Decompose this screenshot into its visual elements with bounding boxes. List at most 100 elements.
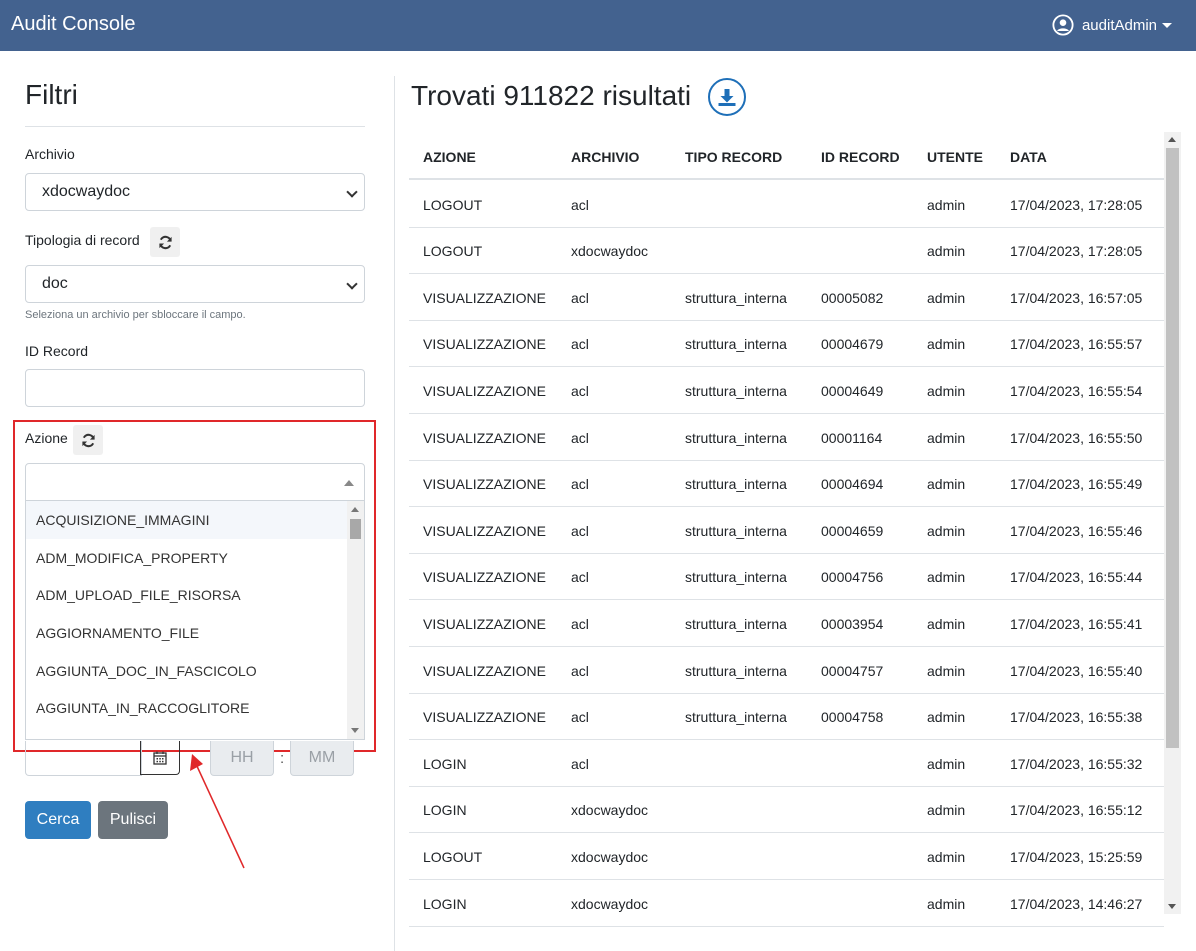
table-scrollbar[interactable]: [1164, 132, 1181, 914]
chevron-down-icon: [346, 278, 358, 290]
table-cell: 00004679: [821, 336, 884, 352]
table-cell: VISUALIZZAZIONE: [423, 383, 546, 399]
refresh-icon: [81, 433, 95, 447]
user-name: auditAdmin: [1081, 16, 1157, 34]
calendar-button[interactable]: [140, 741, 180, 775]
table-row[interactable]: LOGIN acl admin 17/04/2023, 16:55:32: [409, 740, 1164, 787]
table-cell: acl: [571, 523, 589, 539]
archivio-select-value: xdocwaydoc: [42, 183, 131, 200]
table-cell: LOGOUT: [423, 197, 483, 213]
table-row[interactable]: VISUALIZZAZIONE acl struttura_interna 00004…: [409, 647, 1164, 694]
azione-refresh-button[interactable]: [73, 425, 103, 455]
table-header: AZIONE ARCHIVIO TIPO RECORD ID RECORD UT…: [409, 132, 1164, 180]
table-cell: 17/04/2023, 16:57:05: [1010, 290, 1143, 306]
table-cell: struttura_interna: [685, 430, 787, 446]
table-row[interactable]: VISUALIZZAZIONE acl struttura_interna 00004…: [409, 507, 1164, 554]
table-cell: 17/04/2023, 14:46:27: [1010, 896, 1143, 912]
table-cell: 17/04/2023, 16:55:50: [1010, 430, 1143, 446]
column-header[interactable]: DATA: [1010, 149, 1047, 165]
table-cell: VISUALIZZAZIONE: [423, 476, 546, 492]
column-header[interactable]: TIPO RECORD: [685, 149, 782, 165]
table-cell: 00004659: [821, 523, 884, 539]
tipologia-hint: Seleziona un archivio per sbloccare il c…: [25, 309, 246, 321]
table-cell: VISUALIZZAZIONE: [423, 336, 546, 352]
table-cell: acl: [571, 290, 589, 306]
scroll-thumb[interactable]: [350, 519, 361, 539]
table-row[interactable]: VISUALIZZAZIONE acl struttura_interna 00004…: [409, 553, 1164, 600]
table-row[interactable]: LOGOUT xdocwaydoc admin 17/04/2023, 17:28:0…: [409, 227, 1164, 274]
table-cell: acl: [571, 616, 589, 632]
table-row[interactable]: LOGOUT xdocwaydoc admin 17/04/2023, 15:25:5…: [409, 833, 1164, 880]
column-header[interactable]: ID RECORD: [821, 149, 900, 165]
table-cell: admin: [927, 569, 966, 585]
table-row[interactable]: VISUALIZZAZIONE acl struttura_interna 00001…: [409, 414, 1164, 461]
table-cell: struttura_interna: [685, 476, 787, 492]
caret-down-icon: [1162, 22, 1172, 28]
scroll-down-icon[interactable]: [1168, 904, 1176, 909]
table-row[interactable]: VISUALIZZAZIONE acl struttura_interna 00004…: [409, 320, 1164, 367]
app-brand[interactable]: Audit Console: [11, 13, 136, 36]
scroll-up-icon[interactable]: [1168, 137, 1176, 142]
dropdown-scrollbar[interactable]: [347, 501, 364, 739]
tipologia-select[interactable]: doc: [25, 265, 365, 303]
tipologia-refresh-button[interactable]: [150, 227, 180, 257]
search-button[interactable]: Cerca: [25, 801, 91, 839]
column-header[interactable]: AZIONE: [423, 149, 476, 165]
table-cell: admin: [927, 430, 966, 446]
table-cell: 00004756: [821, 569, 884, 585]
azione-combobox[interactable]: [25, 463, 365, 501]
filters-divider: [25, 126, 365, 127]
table-row[interactable]: LOGOUT acl admin 17/04/2023, 17:28:05: [409, 181, 1164, 228]
table-cell: 17/04/2023, 16:55:38: [1010, 709, 1143, 725]
dropdown-option[interactable]: ADM_MODIFICA_PROPERTY: [26, 539, 348, 577]
scroll-thumb[interactable]: [1166, 148, 1179, 748]
download-button[interactable]: [708, 78, 746, 116]
dropdown-option[interactable]: ACQUISIZIONE_IMMAGINI: [26, 501, 348, 539]
dropdown-option[interactable]: AGGIORNAMENTO_FILE: [26, 614, 348, 652]
table-row[interactable]: VISUALIZZAZIONE acl struttura_interna 00004…: [409, 367, 1164, 414]
table-row[interactable]: VISUALIZZAZIONE acl struttura_interna 00005…: [409, 274, 1164, 321]
table-cell: acl: [571, 663, 589, 679]
time-separator: :: [280, 750, 285, 767]
refresh-icon: [158, 235, 172, 249]
table-cell: 17/04/2023, 16:55:12: [1010, 802, 1143, 818]
table-cell: admin: [927, 896, 966, 912]
table-cell: 17/04/2023, 16:55:40: [1010, 663, 1143, 679]
dropdown-option[interactable]: AGGIUNTA_IN_RACCOGLITORE: [26, 689, 348, 727]
scroll-down-icon[interactable]: [351, 728, 359, 733]
table-cell: LOGIN: [423, 896, 467, 912]
table-cell: admin: [927, 336, 966, 352]
date-input[interactable]: [25, 741, 142, 776]
table-cell: 17/04/2023, 16:55:44: [1010, 569, 1143, 585]
id-record-input[interactable]: [25, 369, 365, 407]
archivio-select[interactable]: xdocwaydoc: [25, 173, 365, 211]
caret-up-icon: [344, 480, 354, 486]
clear-button[interactable]: Pulisci: [98, 801, 168, 839]
table-row[interactable]: LOGIN xdocwaydoc admin 17/04/2023, 14:46:27: [409, 880, 1164, 927]
table-row[interactable]: VISUALIZZAZIONE acl struttura_interna 00004…: [409, 693, 1164, 740]
column-header[interactable]: ARCHIVIO: [571, 149, 639, 165]
table-cell: 17/04/2023, 17:28:05: [1010, 243, 1143, 259]
table-row[interactable]: VISUALIZZAZIONE acl struttura_interna 00004…: [409, 460, 1164, 507]
dropdown-option[interactable]: ADM_UPLOAD_FILE_RISORSA: [26, 576, 348, 614]
table-row[interactable]: LOGIN xdocwaydoc admin 17/04/2023, 16:55:12: [409, 786, 1164, 833]
results-title: Trovati 911822 risultati: [411, 80, 692, 111]
table-cell: VISUALIZZAZIONE: [423, 290, 546, 306]
user-menu[interactable]: auditAdmin: [1052, 13, 1172, 37]
column-header[interactable]: UTENTE: [927, 149, 983, 165]
minute-input[interactable]: MM: [290, 741, 354, 776]
table-cell: 17/04/2023, 16:55:46: [1010, 523, 1143, 539]
scroll-up-icon[interactable]: [351, 507, 359, 512]
table-cell: 17/04/2023, 17:28:05: [1010, 197, 1143, 213]
table-cell: 17/04/2023, 16:55:32: [1010, 756, 1143, 772]
azione-dropdown-list[interactable]: ACQUISIZIONE_IMMAGINI ADM_MODIFICA_PROPE…: [25, 500, 365, 740]
table-cell: VISUALIZZAZIONE: [423, 523, 546, 539]
table-cell: struttura_interna: [685, 523, 787, 539]
chevron-down-icon: [346, 186, 358, 198]
table-cell: VISUALIZZAZIONE: [423, 709, 546, 725]
table-cell: acl: [571, 383, 589, 399]
table-cell: LOGIN: [423, 802, 467, 818]
table-row[interactable]: VISUALIZZAZIONE acl struttura_interna 00003…: [409, 600, 1164, 647]
table-cell: xdocwaydoc: [571, 849, 649, 865]
dropdown-option[interactable]: AGGIUNTA_DOC_IN_FASCICOLO: [26, 652, 348, 690]
